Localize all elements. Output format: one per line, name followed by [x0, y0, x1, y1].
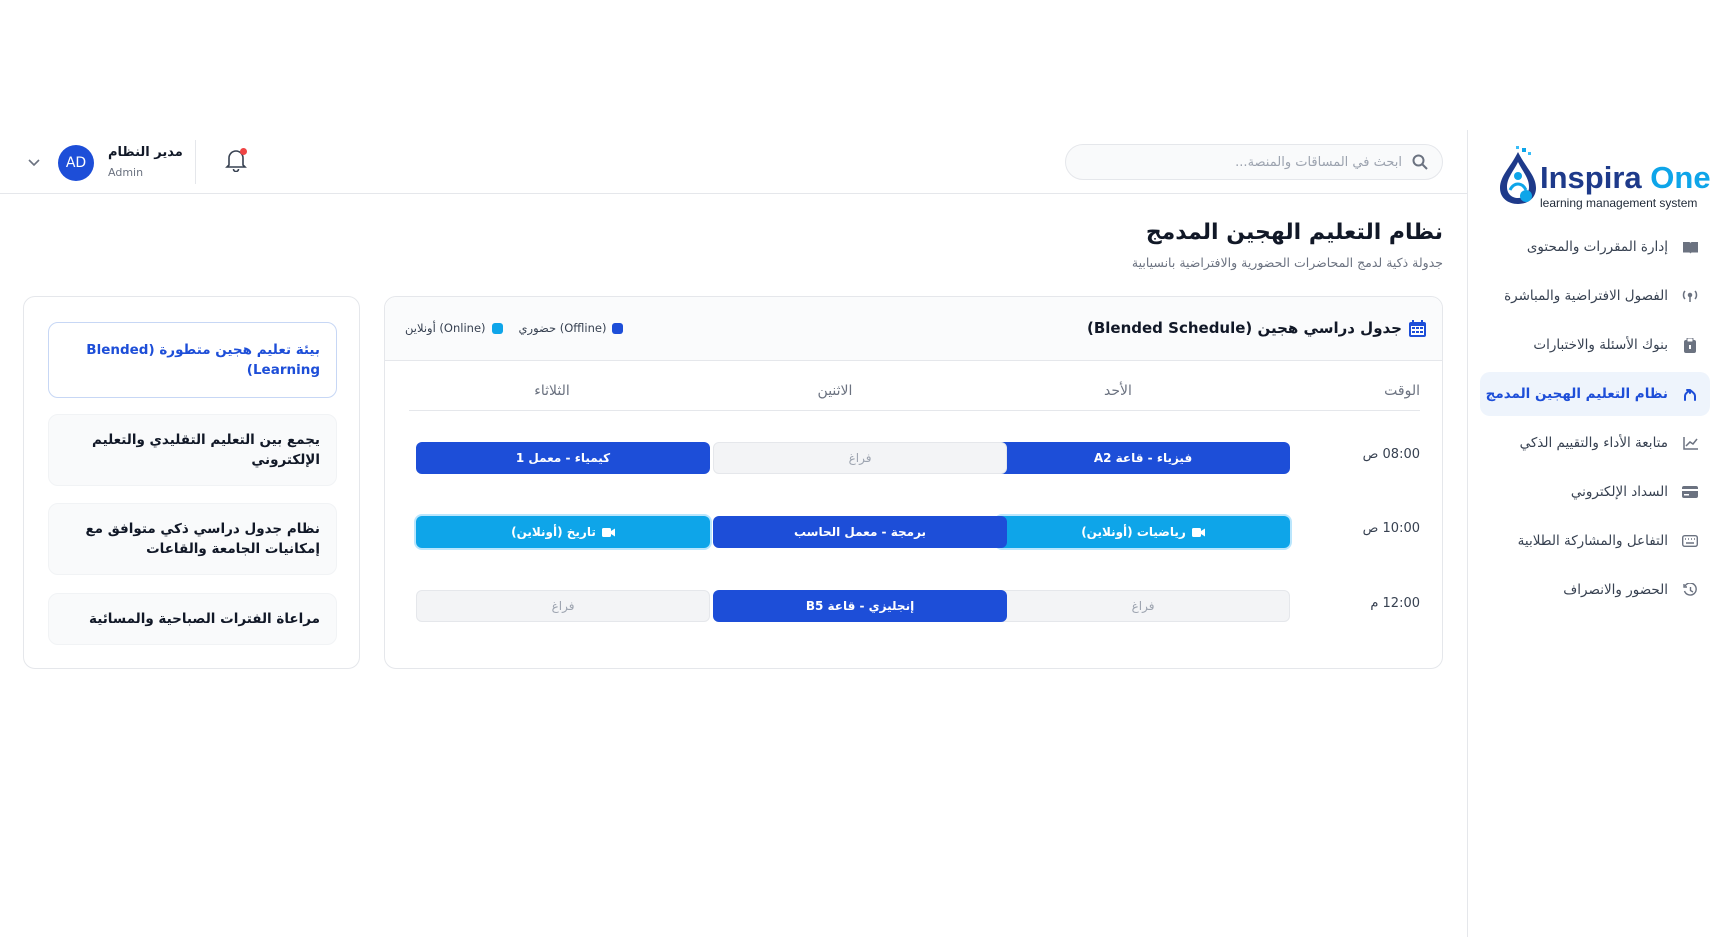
sidebar-item-payments[interactable]: السداد الإلكتروني: [1480, 470, 1710, 514]
slot-time: 12:00 م: [1370, 596, 1420, 611]
legend-offline: حضوري (Offline): [519, 321, 624, 335]
schedule-slot-sun-1000[interactable]: رياضيات (أونلاين): [996, 516, 1290, 548]
slot-label: برمجة - معمل الحاسب: [793, 525, 927, 539]
sidebar-item-question-banks[interactable]: بنوك الأسئلة والاختبارات: [1480, 323, 1710, 367]
brand-logo[interactable]: Inspira One learning management system: [1492, 138, 1711, 212]
sidebar-item-engagement[interactable]: التفاعل والمشاركة الطلابية: [1480, 519, 1710, 563]
sidebar-item-performance[interactable]: متابعة الأداء والتقييم الذكي: [1480, 421, 1710, 465]
slot-time: 08:00 ص: [1362, 447, 1420, 462]
search-icon: [1412, 154, 1428, 170]
sidebar-item-label: الحضور والانصراف: [1563, 582, 1668, 598]
schedule-slot-sun-1200[interactable]: فراغ: [996, 590, 1290, 622]
header-divider: [195, 140, 196, 184]
search-box[interactable]: [1065, 144, 1443, 180]
slot-time: 10:00 ص: [1362, 521, 1420, 536]
legend-offline-label: حضوري (Offline): [518, 321, 607, 335]
brand-tagline: learning management system: [1540, 196, 1698, 210]
schedule-slot-tue-0800[interactable]: كيمياء - معمل 1: [416, 442, 710, 474]
features-card: بيئة تعليم هجين متطورة (Blended Learning…: [23, 296, 360, 669]
schedule-slot-mon-0800[interactable]: فراغ: [713, 442, 1007, 474]
broadcast-icon: [1682, 288, 1698, 304]
video-camera-icon: [1191, 527, 1205, 537]
slot-label: كيمياء - معمل 1: [515, 451, 611, 465]
sidebar-nav: إدارة المقررات والمحتوى الفصول الافتراضي…: [1480, 225, 1710, 617]
sidebar-item-blended-learning[interactable]: نظام التعليم الهجين المدمج: [1480, 372, 1710, 416]
feature-item-blended-learning[interactable]: بيئة تعليم هجين متطورة (Blended Learning…: [48, 322, 337, 398]
keyboard-icon: [1682, 533, 1698, 549]
notifications-button[interactable]: [225, 148, 249, 174]
schedule-grid-header: الوقت الأحد الاثنين الثلاثاء: [409, 377, 1420, 411]
sidebar-item-label: بنوك الأسئلة والاختبارات: [1533, 337, 1668, 353]
schedule-slot-tue-1200[interactable]: فراغ: [416, 590, 710, 622]
chevron-down-icon[interactable]: [26, 154, 42, 170]
page-subtitle: جدولة ذكية لدمج المحاضرات الحضورية والاف…: [1131, 255, 1443, 270]
schedule-title: جدول دراسي هجين (Blended Schedule): [1086, 319, 1402, 337]
brand-name: Inspira: [1540, 160, 1642, 195]
schedule-slot-sun-0800[interactable]: فيزياء - قاعة A2: [996, 442, 1290, 474]
search-input[interactable]: [1080, 154, 1402, 170]
sidebar-item-courses[interactable]: إدارة المقررات والمحتوى: [1480, 225, 1710, 269]
sidebar-item-label: التفاعل والمشاركة الطلابية: [1517, 533, 1668, 549]
legend-online-label: أونلاين (Online): [405, 321, 486, 335]
schedule-slot-mon-1200[interactable]: إنجليزي - قاعة B5: [713, 590, 1007, 622]
slot-label: إنجليزي - قاعة B5: [805, 599, 915, 613]
sidebar-item-attendance[interactable]: الحضور والانصراف: [1480, 568, 1710, 612]
column-header-time: الوقت: [1384, 383, 1420, 399]
page-title: نظام التعليم الهجين المدمج: [1145, 220, 1443, 245]
column-header-sun: الأحد: [1104, 383, 1132, 399]
slot-label: فيزياء - قاعة A2: [1093, 451, 1193, 465]
schedule-legend: أونلاين (Online) حضوري (Offline): [405, 321, 624, 335]
legend-online: أونلاين (Online): [405, 321, 503, 335]
video-camera-icon: [601, 527, 615, 537]
column-header-mon: الاثنين: [817, 383, 853, 399]
feature-item-smart-schedule[interactable]: نظام جدول دراسي ذكي متوافق مع إمكانيات ا…: [48, 503, 337, 575]
schedule-slot-mon-1000[interactable]: برمجة - معمل الحاسب: [713, 516, 1007, 548]
sidebar-item-label: متابعة الأداء والتقييم الذكي: [1519, 435, 1668, 451]
sidebar: Inspira One learning management system إ…: [1467, 130, 1719, 937]
user-name: مدير النظام: [108, 145, 183, 160]
slot-label: تاريخ (أونلاين): [511, 525, 596, 539]
book-icon: [1682, 239, 1698, 255]
slot-label: فراغ: [551, 599, 575, 613]
notification-dot: [240, 148, 247, 155]
calendar-icon: [1409, 320, 1426, 337]
sidebar-item-label: السداد الإلكتروني: [1570, 484, 1668, 500]
user-role: Admin: [108, 166, 144, 179]
slot-label: فراغ: [1131, 599, 1155, 613]
schedule-card-header: جدول دراسي هجين (Blended Schedule) أونلا…: [385, 297, 1442, 361]
clipboard-icon: [1682, 337, 1698, 353]
column-header-tue: الثلاثاء: [534, 383, 570, 399]
slot-label: فراغ: [848, 451, 872, 465]
chart-line-icon: [1682, 435, 1698, 451]
card-icon: [1682, 484, 1698, 500]
sidebar-item-label: الفصول الافتراضية والمباشرة: [1504, 288, 1668, 304]
brand-name-accent: One: [1650, 160, 1711, 195]
sidebar-item-label: إدارة المقررات والمحتوى: [1526, 239, 1668, 255]
schedule-card: جدول دراسي هجين (Blended Schedule) أونلا…: [384, 296, 1443, 669]
legend-online-swatch: [491, 322, 503, 334]
slot-label: رياضيات (أونلاين): [1081, 525, 1186, 539]
logo-drop-icon: [1500, 146, 1536, 204]
history-icon: [1682, 582, 1698, 598]
feature-item-morning-evening[interactable]: مراعاة الفترات الصباحية والمسائية: [48, 593, 337, 645]
legend-offline-swatch: [612, 322, 624, 334]
sidebar-item-virtual-classes[interactable]: الفصول الافتراضية والمباشرة: [1480, 274, 1710, 318]
sidebar-item-label: نظام التعليم الهجين المدمج: [1485, 386, 1668, 402]
schedule-slot-tue-1000[interactable]: تاريخ (أونلاين): [416, 516, 710, 548]
feature-item-traditional-elearning[interactable]: يجمع بين التعليم التقليدي والتعليم الإلك…: [48, 414, 337, 486]
avatar[interactable]: AD: [58, 145, 94, 181]
top-header: مدير النظام Admin AD: [0, 130, 1467, 194]
merge-icon: [1682, 386, 1698, 402]
